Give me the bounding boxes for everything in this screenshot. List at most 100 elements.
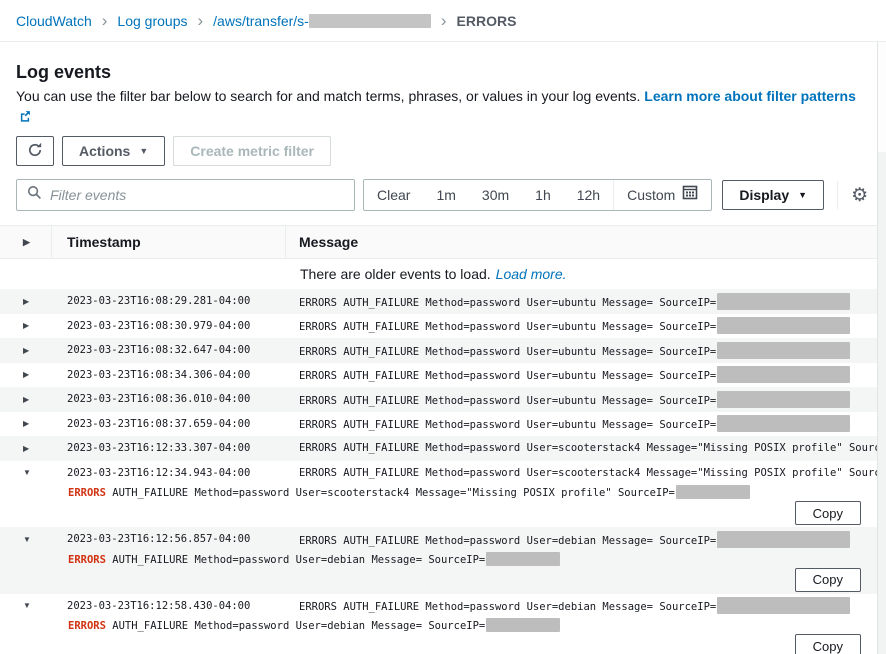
collapse-toggle-icon[interactable]: ▼ [0, 535, 52, 544]
event-detail-rest: AUTH_FAILURE Method=password User=scoote… [106, 487, 675, 499]
collapse-toggle-icon[interactable]: ▼ [0, 601, 52, 610]
time-range-12h[interactable]: 12h [564, 180, 613, 210]
copy-button[interactable]: Copy [795, 501, 861, 525]
filter-bar: Clear 1m 30m 1h 12h Custom Display ▼ ⚙ [16, 179, 870, 211]
actions-button-label: Actions [79, 143, 130, 159]
event-message-text: ERRORS AUTH_FAILURE Method=password User… [299, 370, 716, 382]
redacted-block [717, 317, 850, 334]
breadcrumb-cloudwatch[interactable]: CloudWatch [16, 13, 92, 29]
log-event-row-head[interactable]: ▼2023-03-23T16:12:58.430-04:00ERRORS AUT… [0, 594, 877, 619]
log-event-row-head[interactable]: ▼2023-03-23T16:12:56.857-04:00ERRORS AUT… [0, 527, 877, 552]
expand-toggle-icon[interactable]: ▶ [0, 444, 52, 453]
error-level-token: ERRORS [68, 554, 106, 566]
description-text: You can use the filter bar below to sear… [16, 88, 640, 104]
time-range-1m[interactable]: 1m [423, 180, 468, 210]
scrollbar-thumb[interactable] [878, 42, 886, 152]
time-range-30m[interactable]: 30m [469, 180, 522, 210]
copy-button[interactable]: Copy [795, 634, 861, 654]
collapse-toggle-icon[interactable]: ▼ [0, 468, 52, 477]
expand-toggle-icon[interactable]: ▶ [0, 370, 52, 379]
log-event-row-head[interactable]: ▶2023-03-23T16:08:30.979-04:00ERRORS AUT… [0, 314, 877, 339]
redacted-block [717, 597, 850, 614]
redacted-block [717, 366, 850, 383]
log-event-row[interactable]: ▶2023-03-23T16:08:37.659-04:00ERRORS AUT… [0, 412, 877, 437]
event-message-text: ERRORS AUTH_FAILURE Method=password User… [299, 395, 716, 407]
filter-events-search[interactable] [16, 179, 355, 211]
event-detail-rest: AUTH_FAILURE Method=password User=debian… [106, 554, 485, 566]
gear-icon[interactable]: ⚙ [851, 186, 868, 205]
calendar-icon [682, 180, 698, 210]
error-level-token: ERRORS [68, 487, 106, 499]
display-button-label: Display [739, 187, 789, 203]
load-more-link[interactable]: Load more. [496, 266, 567, 282]
log-event-row[interactable]: ▼2023-03-23T16:12:56.857-04:00ERRORS AUT… [0, 527, 877, 594]
log-event-row[interactable]: ▼2023-03-23T16:12:58.430-04:00ERRORS AUT… [0, 594, 877, 654]
event-message: ERRORS AUTH_FAILURE Method=password User… [286, 317, 877, 334]
event-message-text: ERRORS AUTH_FAILURE Method=password User… [299, 601, 716, 613]
scrollbar-track[interactable] [877, 42, 886, 654]
log-event-row-head[interactable]: ▶2023-03-23T16:08:29.281-04:00ERRORS AUT… [0, 289, 877, 314]
column-header-timestamp: Timestamp [52, 226, 286, 258]
log-event-row-head[interactable]: ▼2023-03-23T16:12:34.943-04:00ERRORS AUT… [0, 461, 877, 486]
log-event-row-head[interactable]: ▶2023-03-23T16:08:37.659-04:00ERRORS AUT… [0, 412, 877, 437]
log-events-table-body: ▶2023-03-23T16:08:29.281-04:00ERRORS AUT… [0, 289, 877, 654]
copy-button-row: Copy [68, 501, 861, 525]
expand-toggle-icon[interactable]: ▶ [0, 321, 52, 330]
event-message: ERRORS AUTH_FAILURE Method=password User… [286, 531, 877, 548]
display-button[interactable]: Display ▼ [722, 180, 824, 210]
error-level-token: ERRORS [68, 620, 106, 632]
event-detail-rest: AUTH_FAILURE Method=password User=debian… [106, 620, 485, 632]
filter-events-input[interactable] [50, 187, 344, 203]
caret-down-icon: ▼ [139, 147, 148, 156]
redacted-block [717, 415, 850, 432]
actions-button[interactable]: Actions ▼ [62, 136, 165, 166]
log-event-row[interactable]: ▶2023-03-23T16:08:34.306-04:00ERRORS AUT… [0, 363, 877, 388]
time-range-custom-label: Custom [627, 180, 675, 210]
refresh-button[interactable] [16, 136, 54, 166]
redacted-block [486, 618, 560, 632]
log-event-row-head[interactable]: ▶2023-03-23T16:08:36.010-04:00ERRORS AUT… [0, 387, 877, 412]
event-message: ERRORS AUTH_FAILURE Method=password User… [286, 293, 877, 310]
breadcrumb-log-group-text[interactable]: /aws/transfer/s- [213, 13, 309, 29]
breadcrumb-log-groups[interactable]: Log groups [117, 13, 187, 29]
column-header-message: Message [286, 226, 877, 258]
log-event-row-head[interactable]: ▶2023-03-23T16:08:32.647-04:00ERRORS AUT… [0, 338, 877, 363]
redacted-block [717, 531, 850, 548]
refresh-icon [27, 142, 43, 161]
log-event-row[interactable]: ▶2023-03-23T16:12:33.307-04:00ERRORS AUT… [0, 436, 877, 461]
redacted-block [717, 293, 850, 310]
time-range-1h[interactable]: 1h [522, 180, 564, 210]
log-event-row-head[interactable]: ▶2023-03-23T16:08:34.306-04:00ERRORS AUT… [0, 363, 877, 388]
copy-button[interactable]: Copy [795, 568, 861, 592]
time-range-clear[interactable]: Clear [364, 180, 423, 210]
event-message: ERRORS AUTH_FAILURE Method=password User… [286, 342, 877, 359]
log-event-row[interactable]: ▶2023-03-23T16:08:30.979-04:00ERRORS AUT… [0, 314, 877, 339]
event-message: ERRORS AUTH_FAILURE Method=password User… [286, 467, 877, 479]
time-range-custom[interactable]: Custom [614, 180, 711, 210]
create-metric-filter-button[interactable]: Create metric filter [173, 136, 331, 166]
breadcrumb-log-group-name[interactable]: /aws/transfer/s- [213, 13, 431, 29]
expand-toggle-icon[interactable]: ▶ [0, 297, 52, 306]
expand-all-arrow-icon[interactable]: ▶ [0, 226, 52, 258]
event-detail-text: ERRORS AUTH_FAILURE Method=password User… [68, 552, 861, 567]
redacted-block [717, 342, 850, 359]
expand-toggle-icon[interactable]: ▶ [0, 346, 52, 355]
table-header: ▶ Timestamp Message [0, 226, 877, 259]
event-timestamp: 2023-03-23T16:08:29.281-04:00 [52, 295, 286, 307]
event-detail-text: ERRORS AUTH_FAILURE Method=password User… [68, 618, 861, 633]
expand-toggle-icon[interactable]: ▶ [0, 395, 52, 404]
log-event-row[interactable]: ▶2023-03-23T16:08:36.010-04:00ERRORS AUT… [0, 387, 877, 412]
expand-toggle-icon[interactable]: ▶ [0, 419, 52, 428]
redacted-block [717, 391, 850, 408]
log-event-row[interactable]: ▶2023-03-23T16:08:29.281-04:00ERRORS AUT… [0, 289, 877, 314]
chevron-right-icon: › [197, 12, 203, 29]
event-message: ERRORS AUTH_FAILURE Method=password User… [286, 597, 877, 614]
log-event-row-head[interactable]: ▶2023-03-23T16:12:33.307-04:00ERRORS AUT… [0, 436, 877, 461]
learn-more-link[interactable]: Learn more about filter patterns [644, 88, 856, 104]
log-event-row[interactable]: ▶2023-03-23T16:08:32.647-04:00ERRORS AUT… [0, 338, 877, 363]
event-message-text: ERRORS AUTH_FAILURE Method=password User… [299, 321, 716, 333]
caret-down-icon: ▼ [798, 191, 807, 200]
toolbar: Actions ▼ Create metric filter [16, 136, 870, 166]
older-events-row: There are older events to load.Load more… [0, 259, 877, 289]
log-event-row[interactable]: ▼2023-03-23T16:12:34.943-04:00ERRORS AUT… [0, 461, 877, 528]
